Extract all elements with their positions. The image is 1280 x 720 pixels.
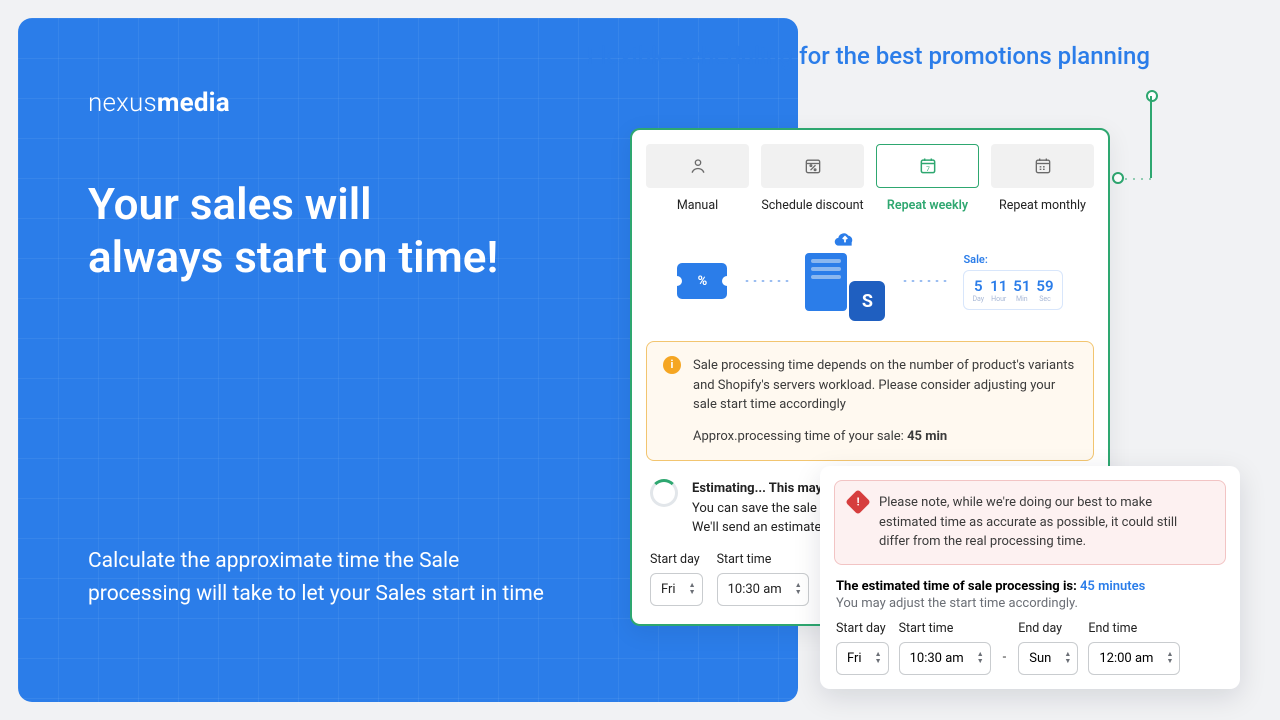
countdown-hours: 11: [990, 277, 1007, 295]
start-day-select[interactable]: Fri ▲▼: [836, 642, 889, 675]
countdown-minutes: 51: [1013, 277, 1030, 295]
svg-text:7: 7: [926, 165, 930, 173]
brand-logo: nexusmedia: [88, 88, 718, 118]
countdown-label: Sale:: [963, 253, 987, 266]
start-day-label: Start day: [836, 621, 889, 636]
discount-calendar-icon: [761, 144, 864, 188]
end-time-label: End time: [1088, 621, 1180, 636]
warning-icon: !: [845, 489, 870, 514]
info-icon: i: [663, 356, 681, 374]
coupon-icon: %: [677, 263, 727, 299]
calendar-month-icon: [991, 144, 1094, 188]
stepper-icon: ▲▼: [875, 651, 882, 665]
spinner-icon: [650, 479, 678, 507]
dots-connector-icon: [743, 279, 789, 283]
tab-label: Schedule discount: [761, 198, 863, 213]
tab-manual[interactable]: Manual: [646, 144, 749, 213]
countdown-seconds: 59: [1036, 277, 1053, 295]
start-time-label: Start time: [899, 621, 991, 636]
warning-text: Please note, while we're doing our best …: [879, 493, 1211, 552]
estimate-card: ! Please note, while we're doing our bes…: [820, 466, 1240, 689]
start-time-select[interactable]: 10:30 am ▲▼: [899, 642, 991, 675]
start-day-label: Start day: [650, 552, 703, 567]
estimate-note: You may adjust the start time accordingl…: [836, 596, 1224, 611]
tab-label: Repeat weekly: [887, 198, 968, 213]
start-time-label: Start time: [717, 552, 809, 567]
countdown: Sale: 5Day 11Hour 51Min 59Sec: [963, 253, 1062, 310]
logo-thin: nexus: [88, 88, 157, 118]
path-node-icon: [1112, 172, 1124, 184]
processing-info-banner: i Sale processing time depends on the nu…: [646, 341, 1094, 461]
stepper-icon: ▲▼: [1064, 651, 1071, 665]
path-node-icon: [1146, 90, 1158, 102]
stepper-icon: ▲▼: [795, 582, 802, 596]
info-text: Sale processing time depends on the numb…: [693, 356, 1077, 415]
server-icon: [805, 253, 847, 311]
tab-repeat-monthly[interactable]: Repeat monthly: [991, 144, 1094, 213]
tab-schedule-discount[interactable]: Schedule discount: [761, 144, 864, 213]
estimate-line: The estimated time of sale processing is…: [836, 579, 1224, 594]
sub-headline: Calculate the approximate time the Sale …: [88, 545, 548, 612]
estimating-line: You can save the sale: [692, 499, 822, 519]
stepper-icon: ▲▼: [1166, 651, 1173, 665]
person-icon: [646, 144, 749, 188]
countdown-days: 5: [972, 277, 984, 295]
schedule-fields-2: Start day Fri ▲▼ Start time 10:30 am ▲▼ …: [834, 621, 1226, 675]
range-dash: -: [1003, 650, 1007, 675]
estimating-line: We'll send an estimate: [692, 518, 822, 538]
end-day-select[interactable]: Sun ▲▼: [1018, 642, 1078, 675]
tab-label: Manual: [677, 198, 718, 213]
estimating-title: Estimating... This may: [692, 479, 822, 499]
tab-label: Repeat monthly: [999, 198, 1086, 213]
end-day-label: End day: [1018, 621, 1078, 636]
percent-label: %: [698, 274, 708, 289]
tab-repeat-weekly[interactable]: 7 Repeat weekly: [876, 144, 979, 213]
stepper-icon: ▲▼: [977, 651, 984, 665]
dots-connector-icon: [901, 279, 947, 283]
approx-time: Approx.processing time of your sale: 45 …: [693, 427, 1077, 447]
start-day-select[interactable]: Fri ▲▼: [650, 573, 703, 606]
start-time-select[interactable]: 10:30 am ▲▼: [717, 573, 809, 606]
schedule-tabs: Manual Schedule discount 7 Repeat weekly…: [632, 130, 1108, 219]
logo-bold: media: [157, 88, 230, 118]
server-illustration: [805, 241, 885, 321]
process-illustration: % Sale: 5Day 11Hour 51Min 59Sec: [632, 219, 1108, 335]
shopify-bag-icon: [849, 281, 885, 321]
stepper-icon: ▲▼: [689, 582, 696, 596]
calendar-week-icon: 7: [876, 144, 979, 188]
end-time-select[interactable]: 12:00 am ▲▼: [1088, 642, 1180, 675]
warning-banner: ! Please note, while we're doing our bes…: [834, 480, 1226, 565]
cloud-upload-icon: [831, 229, 859, 249]
path-vertical: [1150, 96, 1152, 178]
tagline: Flexible scheduling for the best promoti…: [587, 40, 1150, 74]
headline: Your sales will always start on time!: [88, 178, 508, 284]
path-horizontal: [1122, 178, 1152, 180]
